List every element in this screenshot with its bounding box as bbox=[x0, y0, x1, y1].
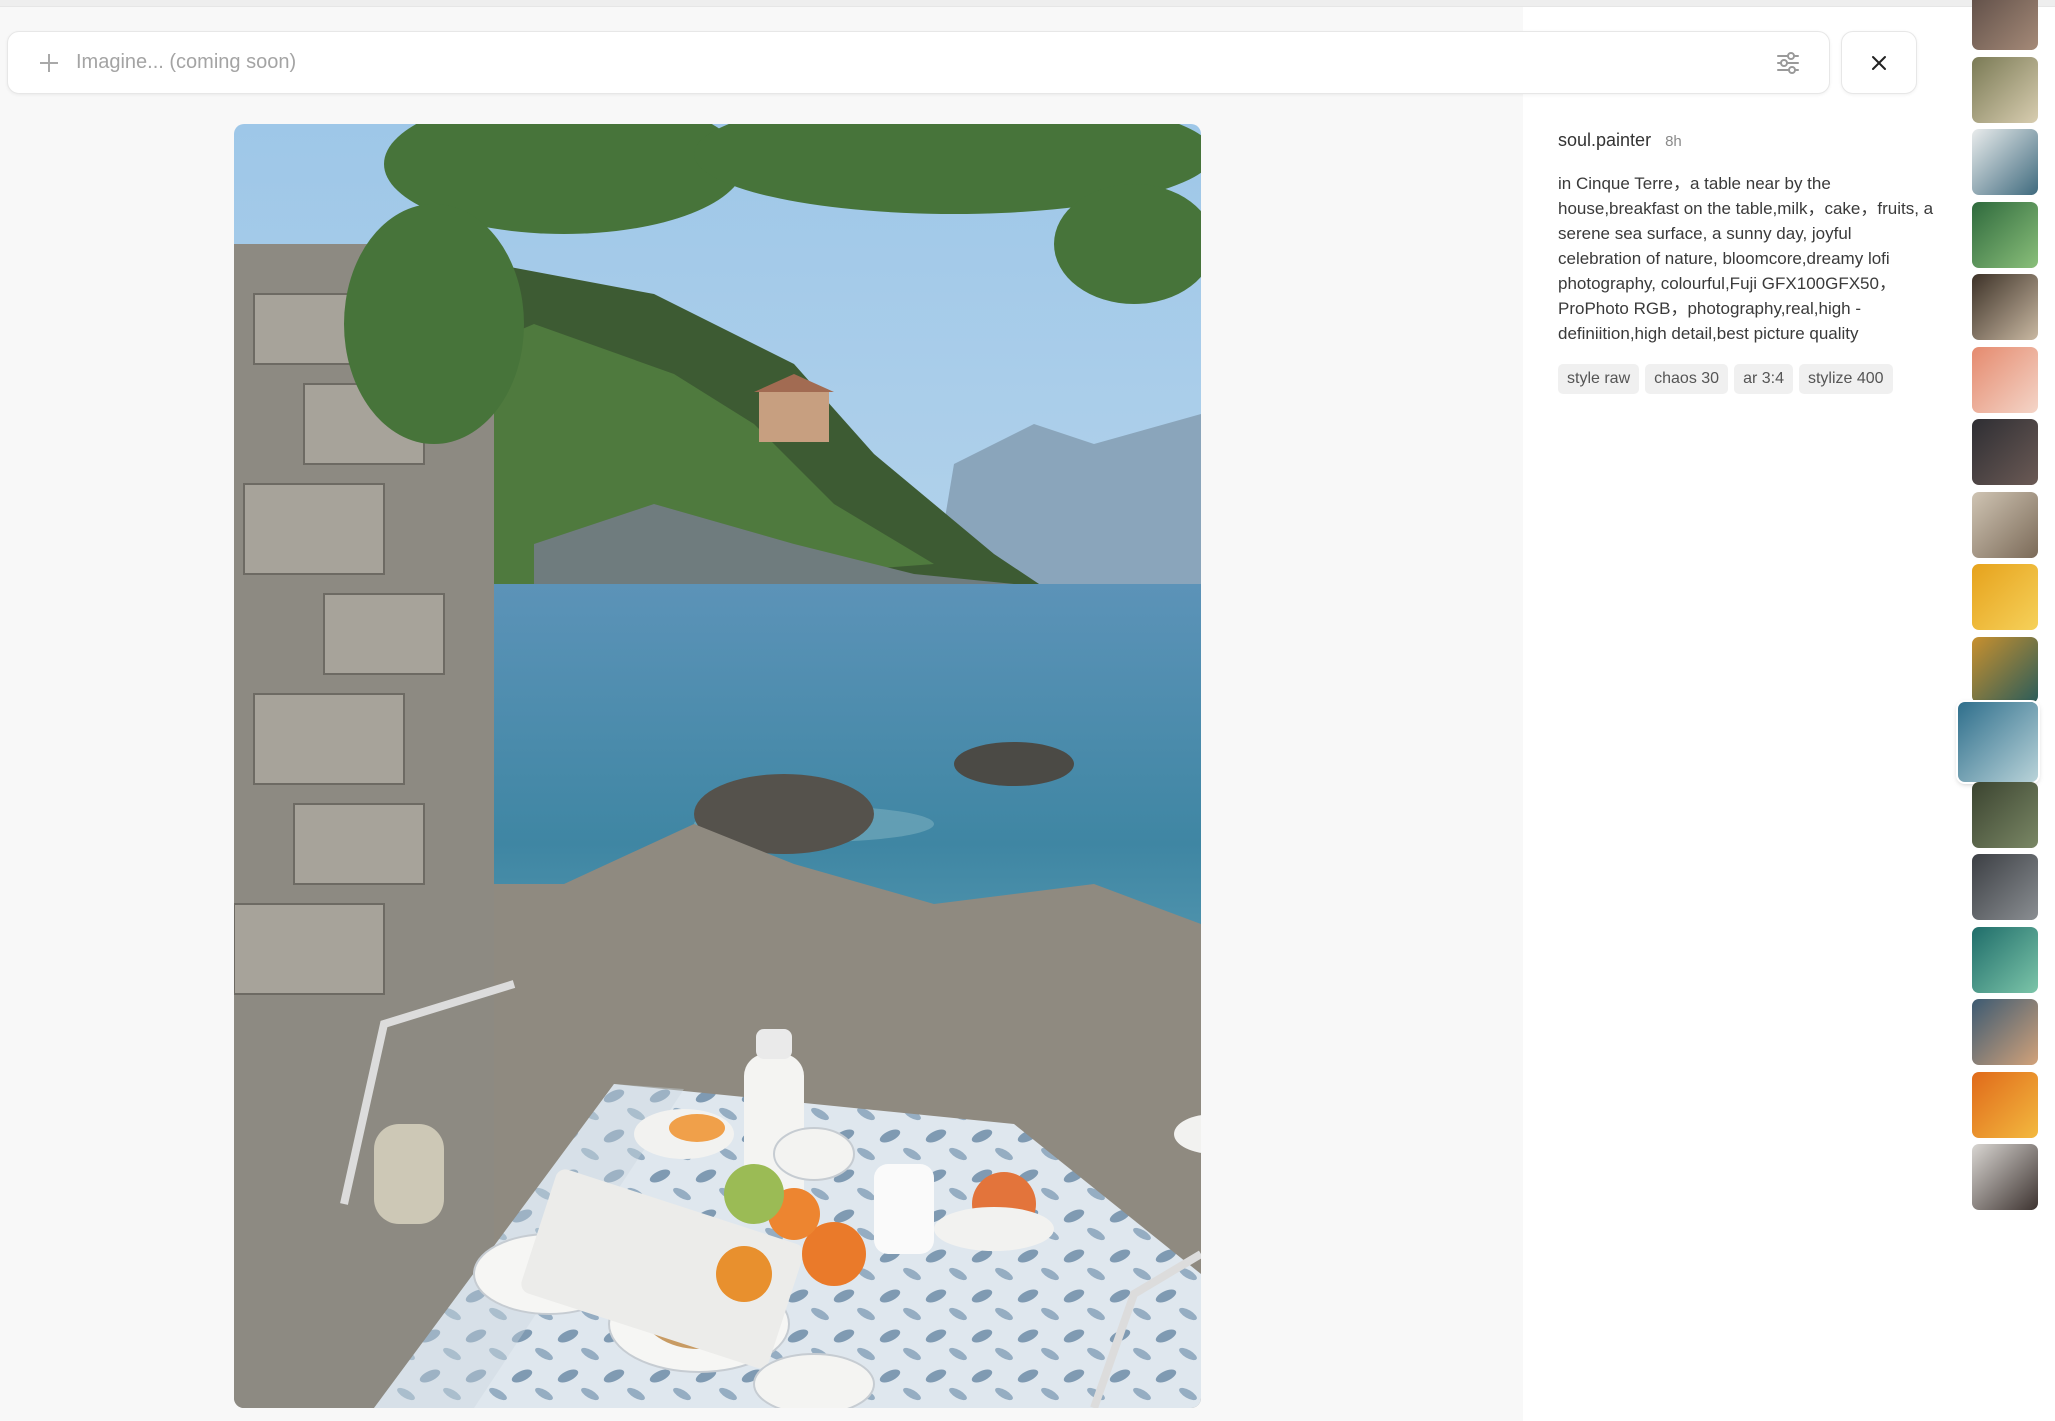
close-icon bbox=[1872, 55, 1886, 70]
sliders-icon[interactable] bbox=[1774, 49, 1802, 77]
post-age: 8h bbox=[1665, 133, 1682, 150]
thumb-black-cat[interactable] bbox=[1972, 854, 2038, 920]
thumb-orange-face[interactable] bbox=[1972, 1071, 2038, 1138]
tag-style[interactable]: style raw bbox=[1558, 364, 1640, 394]
thumb-black-dog[interactable] bbox=[1972, 274, 2038, 340]
seaside-breakfast-image bbox=[234, 124, 1201, 1408]
thumb-soldier[interactable] bbox=[1972, 781, 2038, 848]
tag-chaos[interactable]: chaos 30 bbox=[1645, 364, 1729, 394]
plus-icon[interactable] bbox=[34, 48, 64, 78]
thumb-dog-portrait[interactable] bbox=[1972, 0, 2038, 50]
prompt-text: in Cinque Terre，a table near by the hous… bbox=[1558, 174, 1934, 343]
post-details: soul.painter 8h in Cinque Terre，a table … bbox=[1558, 130, 1938, 394]
thumb-child-lamb[interactable] bbox=[1972, 56, 2038, 123]
thumb-teal-plant[interactable] bbox=[1972, 926, 2038, 993]
author-name[interactable]: soul.painter bbox=[1558, 130, 1651, 151]
author-row: soul.painter 8h bbox=[1558, 130, 1938, 151]
thumbnail-strip bbox=[1958, 0, 2055, 1421]
thumb-bird-branch[interactable] bbox=[1972, 636, 2038, 703]
generated-image[interactable] bbox=[234, 124, 1201, 1408]
thumb-green-field[interactable] bbox=[1972, 201, 2038, 268]
tag-stylize[interactable]: stylize 400 bbox=[1798, 364, 1893, 394]
thumb-animal-hat[interactable] bbox=[1972, 1144, 2038, 1210]
top-divider bbox=[0, 0, 2055, 7]
tag-aspect-ratio[interactable]: ar 3:4 bbox=[1734, 364, 1793, 394]
imagine-input[interactable] bbox=[76, 42, 1774, 83]
thumb-person-jeans[interactable] bbox=[1972, 129, 2038, 195]
thumb-pink-pattern[interactable] bbox=[1972, 346, 2038, 413]
thumb-seaside-active[interactable] bbox=[1958, 702, 2038, 782]
thumb-girl-flowers[interactable] bbox=[1972, 999, 2038, 1065]
parameter-tags: style raw chaos 30 ar 3:4 stylize 400 bbox=[1558, 364, 1938, 394]
thumb-dark-car[interactable] bbox=[1972, 419, 2038, 485]
imagine-bar bbox=[7, 31, 1830, 94]
thumb-interior-room[interactable] bbox=[1972, 491, 2038, 558]
close-button[interactable] bbox=[1841, 31, 1917, 94]
thumb-yellow-cheese[interactable] bbox=[1972, 564, 2038, 630]
